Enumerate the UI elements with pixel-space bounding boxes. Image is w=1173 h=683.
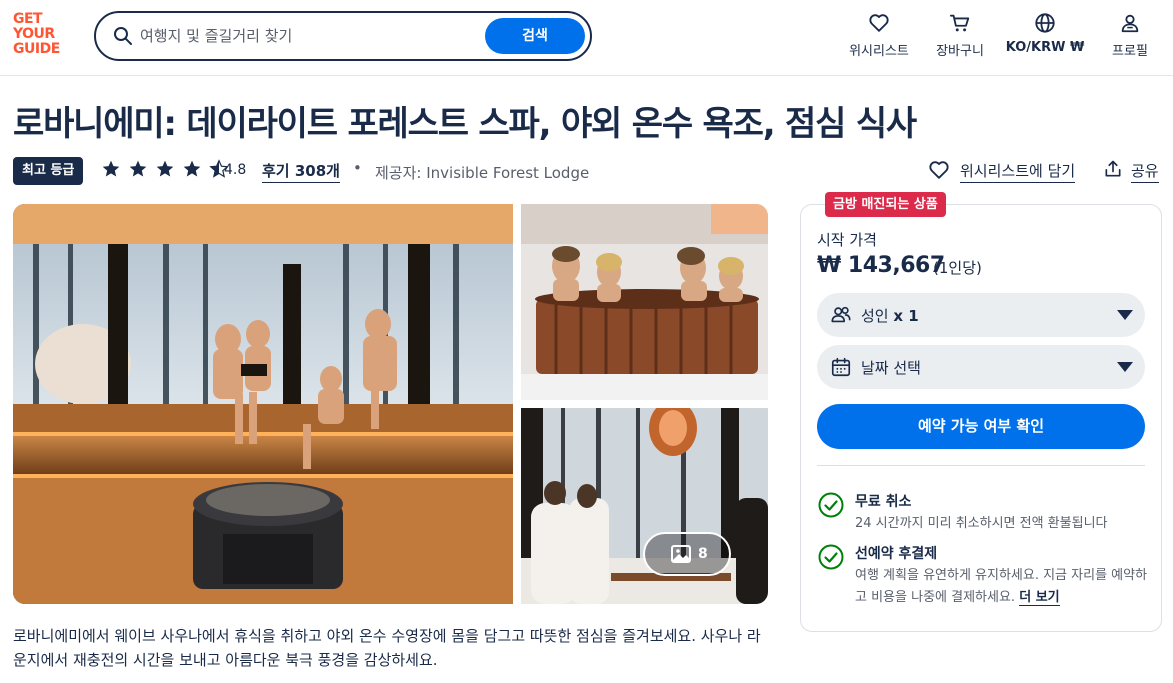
heart-icon [869,14,889,32]
star-icon [102,160,120,177]
share-label: 공유 [1131,160,1159,183]
photo-hot-tub[interactable] [521,204,768,400]
price-value: ₩ 143,667 [817,253,945,278]
participants-count: x 1 [893,307,919,325]
getyourguide-logo[interactable]: GET YOUR GUIDE [13,12,73,62]
chevron-down-icon [1117,362,1133,372]
likely-to-sell-out-badge: 금방 매진되는 상품 [825,192,946,217]
nav-profile[interactable]: 프로필 [1103,12,1157,62]
logo-line-2: YOUR [13,26,55,42]
free-cancellation-text: 24 시간까지 미리 취소하시면 전액 환불됩니다 [855,516,1108,531]
cart-icon [949,14,970,32]
nav-cart[interactable]: 장바구니 [930,12,990,62]
reserve-now-title: 선예약 후결제 [855,546,938,562]
product-description: 로바니에미에서 웨이브 사우나에서 휴식을 취하고 야외 온수 수영장에 몸을 … [13,627,761,669]
card-divider [817,465,1145,466]
nav-language-label: KO/KRW ₩ [1005,40,1085,55]
logo-line-3: GUIDE [13,41,60,57]
check-circle-icon [818,492,844,518]
check-circle-icon [818,544,844,570]
logo-line-1: GET [13,11,43,27]
check-availability-button[interactable]: 예약 가능 여부 확인 [817,404,1145,449]
star-icon [156,160,174,177]
share-icon [1105,160,1121,177]
page-title: 로바니에미: 데이라이트 포레스트 스파, 야외 온수 욕조, 점심 식사 [13,104,917,144]
main-photo-sauna[interactable] [13,204,513,604]
reserve-now-body: 여행 계획을 유연하게 유지하세요. 지금 자리를 예약하고 비용을 나중에 결… [855,568,1148,605]
search-bar: 검색 [94,11,592,61]
date-label: 날짜 선택 [861,359,921,377]
meta-separator: • [353,159,362,177]
nav-wishlist-label: 위시리스트 [849,44,909,59]
star-icon [129,160,147,177]
nav-wishlist[interactable]: 위시리스트 [846,12,912,62]
top-rated-badge: 최고 등급 [13,157,84,185]
hot-tub-photo-image [521,204,768,400]
profile-icon [1121,14,1139,33]
price-from-label: 시작 가격 [817,231,877,249]
wishlist-label: 위시리스트에 담기 [960,160,1076,183]
photo-count-value: 8 [698,546,708,562]
date-select[interactable]: 날짜 선택 [817,345,1145,389]
lounge-photo-image [521,408,768,604]
search-icon [114,27,132,45]
booking-card: 시작 가격 ₩ 143,667 (1인당) 성인 x 1 날짜 선택 예약 가능… [800,204,1162,632]
rating-value: 4.8 [224,162,247,178]
view-all-photos-button[interactable]: 8 [643,532,731,576]
calendar-icon [831,357,851,377]
nav-language-currency[interactable]: KO/KRW ₩ [1003,12,1087,62]
search-input[interactable] [140,22,470,50]
nav-profile-label: 프로필 [1112,44,1148,59]
star-icon [183,160,201,177]
product-meta-row: 최고 등급 4.8 후기 308개 • 제공자: Invisible Fores… [13,155,1163,185]
provider-name: 제공자: Invisible Forest Lodge [375,164,590,182]
photo-lounge[interactable] [521,408,768,604]
participants-value: 성인 x 1 [861,305,919,326]
site-header: GET YOUR GUIDE 검색 위시리스트 장바구니 KO/KRW ₩ [0,0,1173,76]
star-rating [101,159,231,181]
participants-icon [831,306,851,323]
search-button[interactable]: 검색 [485,18,585,54]
nav-cart-label: 장바구니 [936,44,984,59]
price-per-person: (1인당) [933,259,982,277]
participants-select[interactable]: 성인 x 1 [817,293,1145,337]
reviews-link[interactable]: 후기 308개 [262,160,340,183]
heart-icon [929,161,949,179]
participants-label: 성인 [861,307,889,325]
sauna-photo-image [13,204,513,604]
globe-icon [1035,13,1055,33]
image-icon [671,545,691,563]
free-cancellation-title: 무료 취소 [855,494,912,510]
chevron-down-icon [1117,310,1133,320]
reserve-now-text: 여행 계획을 유연하게 유지하세요. 지금 자리를 예약하고 비용을 나중에 결… [855,565,1155,609]
read-more-link[interactable]: 더 보기 [1019,590,1060,606]
